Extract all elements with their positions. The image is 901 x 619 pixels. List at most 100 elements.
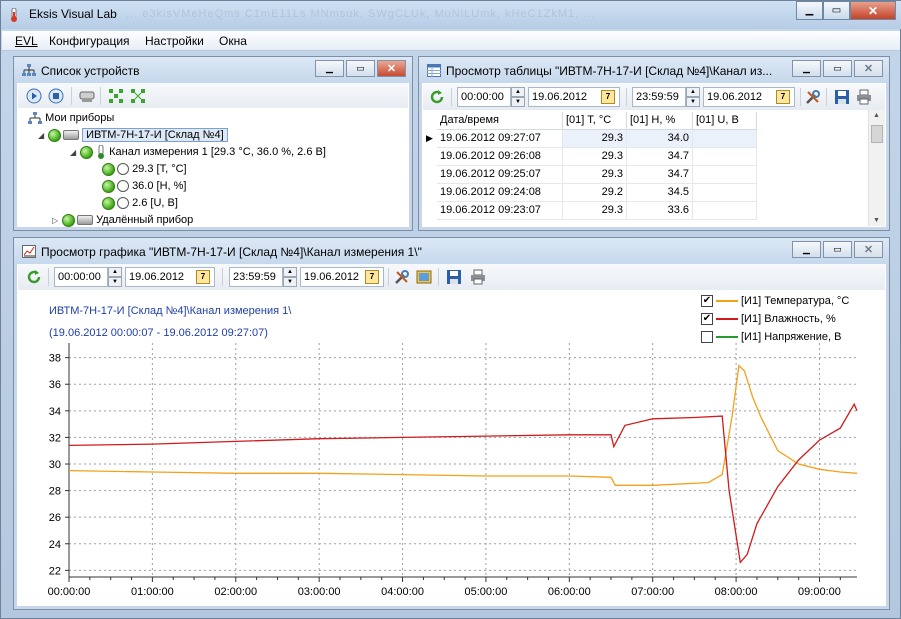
print-icon[interactable] xyxy=(856,89,872,105)
collapse-arrow-icon[interactable]: ◢ xyxy=(70,144,80,161)
calendar-icon[interactable]: 7 xyxy=(196,270,210,284)
status-green-icon xyxy=(80,145,93,159)
tools-icon[interactable] xyxy=(394,269,410,285)
table-time-to-spinner[interactable]: ▲ ▼ xyxy=(686,87,700,107)
col-humidity[interactable]: [01] H, % xyxy=(627,112,693,130)
col-temperature[interactable]: [01] T, °C xyxy=(563,112,627,130)
table-window: Просмотр таблицы "ИВТМ-7Н-17-И [Склад №4… xyxy=(418,56,890,231)
devices-window: Список устройств ▁ ▭ ✕ Мои приборы ◢ ИВТ… xyxy=(13,56,413,231)
data-table: Дата/время [01] T, °C [01] H, % [01] U, … xyxy=(423,110,885,226)
col-datetime[interactable]: Дата/время xyxy=(437,112,563,130)
table-date-from-value: 19.06.2012 xyxy=(532,91,588,103)
table-row[interactable]: 19.06.2012 09:25:07 29.3 34.7 xyxy=(423,166,757,184)
table-minimize-button[interactable]: ▁ xyxy=(792,60,821,77)
save-icon[interactable] xyxy=(446,269,462,285)
devices-minimize-button[interactable]: ▁ xyxy=(315,60,344,77)
expand-arrow-icon[interactable]: ▷ xyxy=(52,212,62,229)
table-cell xyxy=(693,148,757,166)
play-icon[interactable] xyxy=(26,88,42,104)
menu-evl[interactable]: EVL xyxy=(15,34,38,48)
y-tick-label: 28 xyxy=(49,486,61,498)
scrollbar-thumb[interactable] xyxy=(871,125,883,143)
current-row-marker-icon: ▶ xyxy=(426,133,433,143)
graph-window-caption: Просмотр графика "ИВТМ-7Н-17-И [Склад №4… xyxy=(14,238,889,264)
status-green-icon xyxy=(102,196,115,210)
series-line-temperature xyxy=(68,364,858,486)
tree-param-hum-label: 36.0 [H, %] xyxy=(132,180,187,192)
table-close-button[interactable]: ✕ xyxy=(854,60,883,77)
x-tick-label: 09:00:00 xyxy=(798,586,841,598)
tree-channel-label: Канал измерения 1 [29.3 °C, 36.0 %, 2.6 … xyxy=(109,146,326,158)
status-green-icon xyxy=(102,162,115,176)
table-cell: 19.06.2012 09:25:07 xyxy=(437,166,563,184)
graph-area: ИВТМ-7Н-17-И [Склад №4]\Канал измерения … xyxy=(18,291,885,605)
x-tick-label: 07:00:00 xyxy=(631,586,674,598)
col-voltage[interactable]: [01] U, В xyxy=(693,112,757,130)
chart-plot: 38 36 34 32 30 28 26 24 22 00:00:00 01:00:00 02:00:… xyxy=(48,343,858,598)
save-icon[interactable] xyxy=(834,89,850,105)
tools-icon[interactable] xyxy=(805,89,821,105)
graph-minimize-button[interactable]: ▁ xyxy=(792,241,821,258)
tree-channel[interactable]: ◢ Канал измерения 1 [29.3 °C, 36.0 %, 2.… xyxy=(70,144,326,161)
table-date-to-value: 19.06.2012 xyxy=(707,91,763,103)
menu-configuration[interactable]: Конфигурация xyxy=(49,34,130,48)
stop-icon[interactable] xyxy=(48,88,64,104)
app-title-ghost: ... e3kisVMeHeQms C1mE11Ls MNmsuk, SWgCL… xyxy=(126,8,596,20)
title-bar: Eksis Visual Lab ... e3kisVMeHeQms C1mE1… xyxy=(1,1,901,29)
tree-root[interactable]: Мои приборы xyxy=(28,110,114,127)
collapse-arrow-icon[interactable]: ◢ xyxy=(38,127,48,144)
close-button[interactable]: ✕ xyxy=(850,1,896,20)
minimize-button[interactable]: ▁ xyxy=(796,1,823,20)
print-icon[interactable] xyxy=(470,269,486,285)
refresh-icon[interactable] xyxy=(429,89,445,105)
tree-remote-label: Удалённый прибор xyxy=(96,214,194,226)
tree-param-volt[interactable]: 2.6 [U, В] xyxy=(102,195,178,212)
table-window-title: Просмотр таблицы "ИВТМ-7Н-17-И [Склад №4… xyxy=(446,64,773,78)
tree-device[interactable]: ◢ ИВТМ-7Н-17-И [Склад №4] xyxy=(38,127,228,144)
table-time-from-spinner[interactable]: ▲ ▼ xyxy=(511,87,525,107)
device-settings-icon[interactable] xyxy=(79,88,95,104)
graph-maximize-button[interactable]: ▭ xyxy=(823,241,852,258)
tree-param-hum[interactable]: 36.0 [H, %] xyxy=(102,178,186,195)
table-maximize-button[interactable]: ▭ xyxy=(823,60,852,77)
y-tick-label: 34 xyxy=(49,406,61,418)
graph-close-button[interactable]: ✕ xyxy=(854,241,883,258)
tree-param-temp[interactable]: 29.3 [T, °C] xyxy=(102,161,187,178)
x-tick-label: 08:00:00 xyxy=(715,586,758,598)
table-row[interactable]: 19.06.2012 09:26:08 29.3 34.7 xyxy=(423,148,757,166)
graph-time-to-spinner[interactable]: ▲ ▼ xyxy=(283,267,297,287)
graph-time-from-spinner[interactable]: ▲ ▼ xyxy=(108,267,122,287)
tree-param-volt-label: 2.6 [U, В] xyxy=(132,197,178,209)
calendar-icon[interactable]: 7 xyxy=(776,90,790,104)
table-time-from[interactable]: 00:00:00 xyxy=(457,87,511,107)
expand-all-icon[interactable] xyxy=(108,88,124,104)
table-cell: 33.6 xyxy=(627,202,693,220)
gauge-icon xyxy=(117,180,129,193)
restore-button[interactable]: ▭ xyxy=(823,1,850,20)
image-icon[interactable] xyxy=(416,269,432,285)
row-gutter xyxy=(423,184,437,202)
table-row[interactable]: 19.06.2012 09:24:08 29.2 34.5 xyxy=(423,184,757,202)
table-scrollbar[interactable]: ▲ ▼ xyxy=(868,110,885,226)
table-row[interactable]: 19.06.2012 09:23:07 29.3 33.6 xyxy=(423,202,757,220)
graph-time-from[interactable]: 00:00:00 xyxy=(54,267,108,287)
table-cell xyxy=(693,202,757,220)
menu-windows[interactable]: Окна xyxy=(219,34,247,48)
devices-close-button[interactable]: ✕ xyxy=(377,60,406,77)
devices-maximize-button[interactable]: ▭ xyxy=(346,60,375,77)
calendar-icon[interactable]: 7 xyxy=(365,270,379,284)
table-cell: 19.06.2012 09:27:07 xyxy=(437,130,563,148)
menu-settings[interactable]: Настройки xyxy=(145,34,204,48)
table-time-to[interactable]: 23:59:59 xyxy=(632,87,686,107)
collapse-all-icon[interactable] xyxy=(130,88,146,104)
tree-remote-device[interactable]: ▷ Удалённый прибор xyxy=(52,212,193,229)
graph-date-to-value: 19.06.2012 xyxy=(304,271,360,283)
calendar-icon[interactable]: 7 xyxy=(601,90,615,104)
graph-window: Просмотр графика "ИВТМ-7Н-17-И [Склад №4… xyxy=(13,237,890,610)
devices-toolbar xyxy=(18,83,408,109)
gauge-icon xyxy=(117,197,129,210)
graph-time-to[interactable]: 23:59:59 xyxy=(229,267,283,287)
table-window-caption: Просмотр таблицы "ИВТМ-7Н-17-И [Склад №4… xyxy=(419,57,889,83)
table-row[interactable]: ▶ 19.06.2012 09:27:07 29.3 34.0 xyxy=(423,130,757,148)
refresh-icon[interactable] xyxy=(26,269,42,285)
